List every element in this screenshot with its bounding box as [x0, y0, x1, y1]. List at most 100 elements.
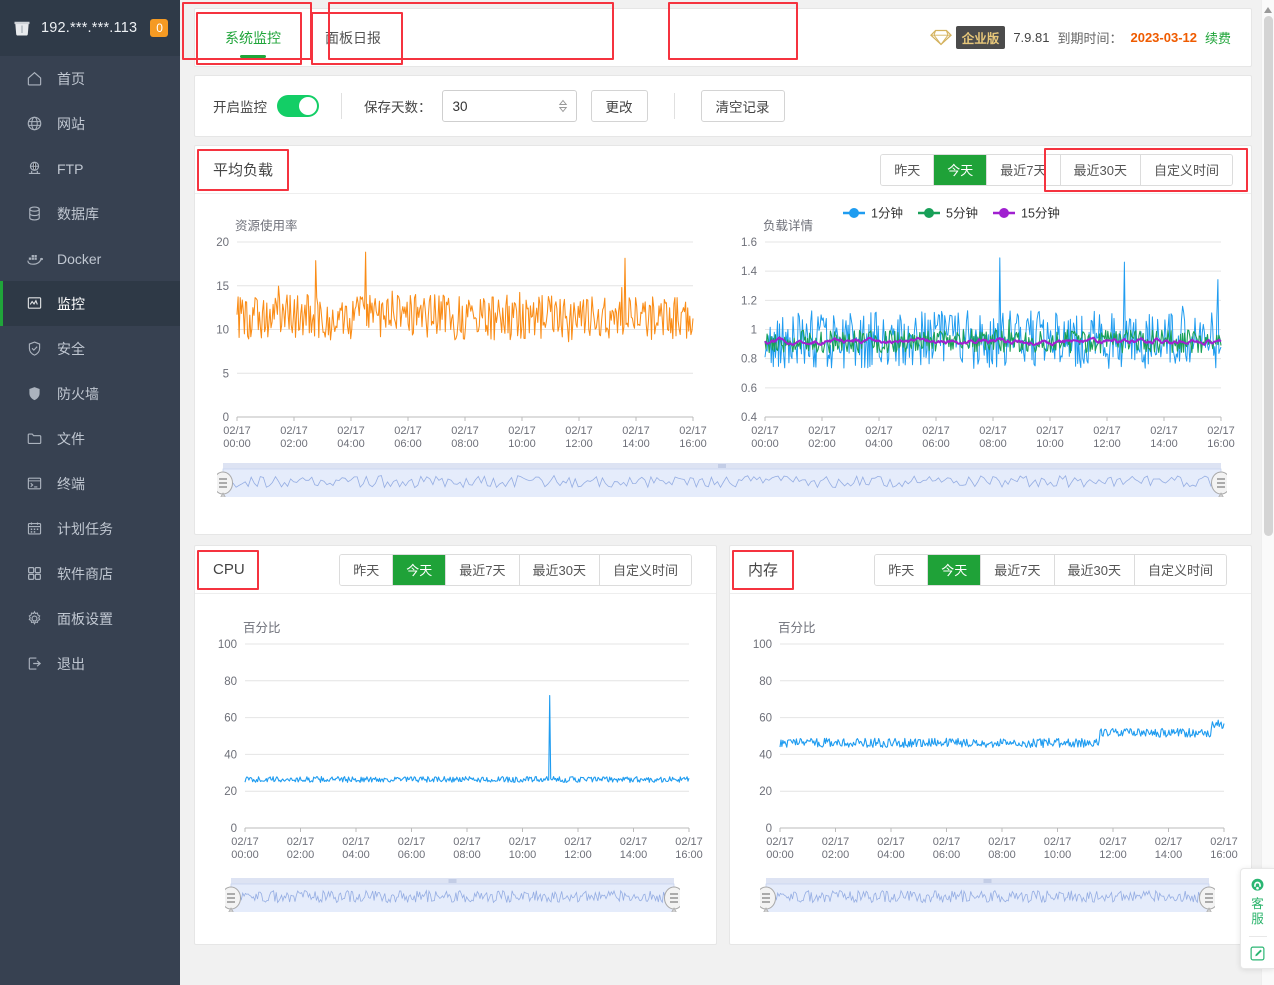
docker-icon — [26, 250, 44, 267]
range-option-今天[interactable]: 今天 — [393, 554, 447, 585]
shield-check-icon — [26, 340, 43, 357]
range-option-最近7天[interactable]: 最近7天 — [981, 554, 1055, 585]
svg-text:02/17: 02/17 — [1099, 836, 1127, 848]
range-option-昨天[interactable]: 昨天 — [340, 554, 394, 585]
svg-text:02/17: 02/17 — [877, 836, 905, 848]
svg-text:14:00: 14:00 — [620, 849, 648, 861]
clear-records-button[interactable]: 清空记录 — [700, 90, 785, 122]
svg-text:14:00: 14:00 — [1155, 849, 1183, 861]
sidebar-item-10[interactable]: 终端 — [0, 461, 180, 506]
range-option-自定义时间[interactable]: 自定义时间 — [599, 554, 691, 585]
load-datazoom-svg[interactable] — [217, 461, 1227, 497]
svg-text:02/17: 02/17 — [1044, 836, 1072, 848]
sidebar-item-label: 首页 — [57, 70, 85, 87]
svg-text:06:00: 06:00 — [398, 849, 426, 861]
monitor-toggle[interactable] — [277, 95, 319, 117]
home-icon — [26, 70, 43, 87]
main-content: 系统监控 面板日报 企业版 7.9.81 到期时间： 2023-03-12 续费 … — [180, 0, 1274, 985]
resource-usage-plot[interactable]: 资源使用率0510152002/1700:0002/1702:0002/1704… — [195, 200, 715, 465]
range-option-今天[interactable]: 今天 — [934, 154, 988, 185]
change-button[interactable]: 更改 — [590, 90, 648, 122]
svg-text:02/17: 02/17 — [508, 425, 536, 437]
sidebar-item-12[interactable]: 软件商店 — [0, 551, 180, 596]
sidebar-item-label: 监控 — [57, 295, 85, 312]
svg-text:1.6: 1.6 — [741, 237, 757, 249]
sidebar-item-8[interactable]: 防火墙 — [0, 371, 180, 416]
svg-text:02/17: 02/17 — [394, 425, 422, 437]
range-option-最近30天[interactable]: 最近30天 — [1060, 154, 1141, 185]
sidebar-item-1[interactable]: 首页 — [0, 56, 180, 101]
svg-text:10:00: 10:00 — [1044, 849, 1072, 861]
load-datazoom-slider[interactable] — [195, 463, 1251, 501]
cpu-datazoom-slider[interactable] — [195, 878, 716, 920]
gear-icon — [26, 610, 43, 627]
range-option-最近7天[interactable]: 最近7天 — [446, 554, 520, 585]
resource-usage-chart: 资源使用率 0 5 10 15 20 02/17 00:00 02/17 02:00 02/17 04… — [195, 200, 723, 465]
load-panel-header: 平均负载 昨天 今天 最近7天 最近30天 自定义时间 — [195, 146, 1251, 194]
sidebar-item-13[interactable]: 面板设置 — [0, 596, 180, 641]
expire-date: 2023-03-12 — [1130, 30, 1197, 45]
range-option-昨天[interactable]: 昨天 — [875, 554, 929, 585]
svg-text:10:00: 10:00 — [508, 438, 536, 450]
headset-icon[interactable] — [1249, 877, 1266, 894]
sidebar-item-2[interactable]: 网站 — [0, 101, 180, 146]
svg-text:02/17: 02/17 — [223, 425, 251, 437]
sidebar-item-3[interactable]: FTP — [0, 146, 180, 191]
svg-text:0: 0 — [223, 412, 229, 424]
database-icon — [26, 205, 43, 222]
sidebar-item-14[interactable]: 退出 — [0, 641, 180, 686]
toggle-knob — [299, 97, 317, 115]
version-info: 企业版 7.9.81 到期时间： 2023-03-12 续费 — [929, 9, 1251, 66]
service-widget[interactable]: 客服 — [1240, 868, 1274, 969]
cpu-panel: CPU 昨天 今天 最近7天 最近30天 自定义时间 百分比 0 20 40 60 80 100 02… — [194, 545, 717, 945]
range-option-最近30天[interactable]: 最近30天 — [519, 554, 600, 585]
load-detail-plot[interactable]: 负载详情0.40.60.811.21.41.602/1700:0002/1702… — [723, 200, 1243, 465]
memory-range-selector: 昨天 今天 最近7天 最近30天 自定义时间 — [874, 553, 1227, 586]
page-scrollbar[interactable] — [1261, 0, 1274, 985]
memory-panel-header: 内存 昨天 今天 最近7天 最近30天 自定义时间 — [730, 546, 1251, 594]
renew-link[interactable]: 续费 — [1205, 28, 1231, 47]
svg-text:资源使用率: 资源使用率 — [235, 218, 298, 233]
pencil-icon[interactable] — [1249, 945, 1266, 962]
tab-1[interactable]: 系统监控 — [203, 9, 303, 66]
divider-2 — [673, 93, 675, 119]
memory-datazoom-slider[interactable] — [730, 878, 1251, 920]
svg-text:04:00: 04:00 — [865, 438, 893, 450]
range-option-自定义时间[interactable]: 自定义时间 — [1140, 154, 1232, 185]
scrollbar-thumb[interactable] — [1264, 16, 1273, 536]
memory-datazoom-svg[interactable] — [760, 876, 1215, 912]
scroll-up-arrow-icon[interactable] — [1263, 2, 1273, 13]
svg-text:02/17: 02/17 — [1093, 425, 1121, 437]
range-option-自定义时间[interactable]: 自定义时间 — [1134, 554, 1226, 585]
sidebar-header: 192.***.***.113 0 — [0, 0, 180, 56]
svg-text:02/17: 02/17 — [451, 425, 479, 437]
sidebar-item-label: 终端 — [57, 475, 85, 492]
svg-text:02:00: 02:00 — [808, 438, 836, 450]
range-option-昨天[interactable]: 昨天 — [881, 154, 935, 185]
cpu-range-selector: 昨天 今天 最近7天 最近30天 自定义时间 — [339, 553, 692, 586]
sidebar-item-6[interactable]: 监控 — [0, 281, 180, 326]
stepper-icon[interactable] — [558, 99, 568, 113]
svg-text:10:00: 10:00 — [1036, 438, 1064, 450]
svg-text:02/17: 02/17 — [865, 425, 893, 437]
cpu-datazoom-svg[interactable] — [225, 876, 680, 912]
range-option-最近30天[interactable]: 最近30天 — [1054, 554, 1135, 585]
save-days-input[interactable]: 30 — [441, 90, 577, 122]
sidebar-item-11[interactable]: 计划任务 — [0, 506, 180, 551]
sidebar-item-9[interactable]: 文件 — [0, 416, 180, 461]
svg-text:20: 20 — [759, 786, 772, 798]
notification-badge[interactable]: 0 — [150, 19, 169, 37]
cpu-plot[interactable]: 百分比02040608010002/1700:0002/1702:0002/17… — [195, 594, 713, 884]
svg-text:06:00: 06:00 — [394, 438, 422, 450]
svg-text:02/17: 02/17 — [398, 836, 426, 848]
tab-2[interactable]: 面板日报 — [303, 9, 403, 66]
sidebar-item-7[interactable]: 安全 — [0, 326, 180, 371]
range-option-最近7天[interactable]: 最近7天 — [987, 154, 1061, 185]
sidebar-item-5[interactable]: Docker — [0, 236, 180, 281]
sidebar-item-4[interactable]: 数据库 — [0, 191, 180, 236]
memory-plot[interactable]: 百分比02040608010002/1700:0002/1702:0002/17… — [730, 594, 1248, 884]
range-option-今天[interactable]: 今天 — [928, 554, 982, 585]
svg-text:02/17: 02/17 — [565, 425, 593, 437]
svg-text:1.4: 1.4 — [741, 266, 758, 278]
svg-text:0: 0 — [766, 823, 772, 835]
